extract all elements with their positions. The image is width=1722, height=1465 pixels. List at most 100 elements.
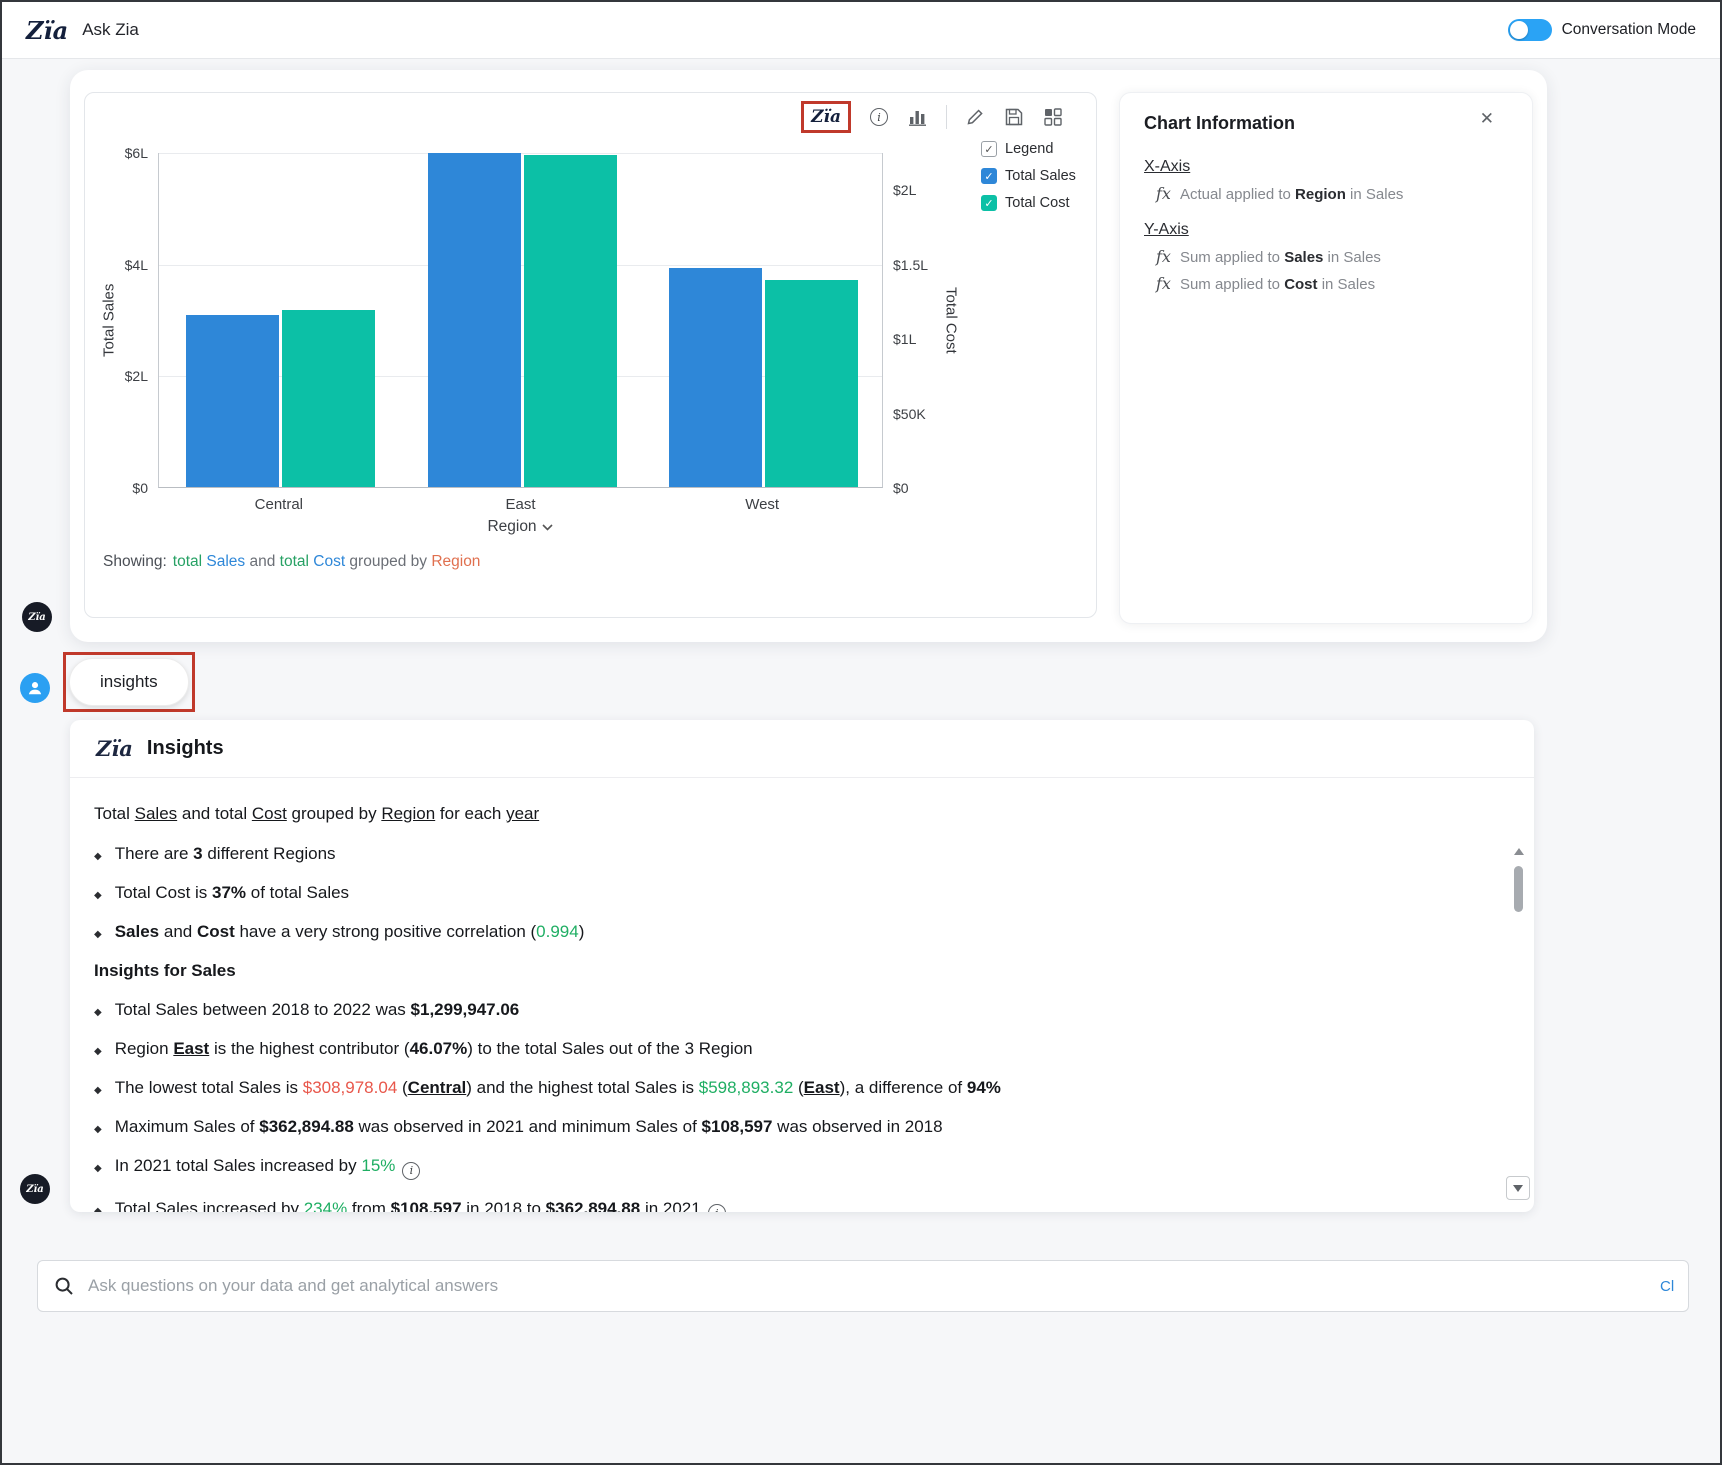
- app-title: Ask Zia: [82, 20, 139, 40]
- right-axis-title: Total Cost: [941, 153, 961, 488]
- bar-group: [428, 153, 617, 487]
- insight-text: Total Sales between 2018 to 2022 was $1,…: [115, 1000, 520, 1020]
- axis-function-row: fx Actual applied to Region in Sales: [1156, 184, 1508, 203]
- legend-checkbox-icon[interactable]: ✓: [981, 141, 997, 157]
- insight-text: Total Sales increased by 234% from $108,…: [115, 1199, 726, 1213]
- legend-item-label: Total Sales: [1005, 168, 1076, 184]
- person-icon: [26, 679, 44, 697]
- bar-total-sales-central[interactable]: [186, 315, 279, 488]
- insight-bullet: ◆ Total Cost is 37% of total Sales: [94, 883, 1474, 903]
- bullet-marker-icon: ◆: [94, 1085, 102, 1096]
- insight-bullet: ◆ Region East is the highest contributor …: [94, 1039, 1474, 1059]
- legend-item-total-cost[interactable]: ✓ Total Cost: [981, 195, 1076, 211]
- x-axis-heading[interactable]: X-Axis: [1144, 158, 1508, 176]
- user-message-bubble[interactable]: insights: [69, 658, 189, 706]
- legend-toggle[interactable]: ✓ Legend: [981, 141, 1076, 157]
- insights-title: Insights: [147, 737, 224, 760]
- legend: ✓ Legend ✓ Total Sales ✓ Total Cost: [981, 141, 1076, 222]
- legend-item-total-sales[interactable]: ✓ Total Sales: [981, 168, 1076, 184]
- insight-bullet: ◆Total Sales between 2018 to 2022 was $1…: [94, 1000, 1474, 1020]
- bullet-marker-icon: ◆: [94, 1124, 102, 1135]
- insight-text: Sales and Cost have a very strong positi…: [115, 922, 585, 942]
- scroll-down-icon: [1513, 1185, 1523, 1192]
- axis-function-row: fx Sum applied to Cost in Sales: [1156, 274, 1508, 293]
- axis-function-text: Sum applied to Sales in Sales: [1180, 249, 1381, 266]
- insight-bullet: ◆Total Sales increased by 234% from $108…: [94, 1199, 1474, 1213]
- info-icon[interactable]: i: [402, 1162, 420, 1180]
- axis-function-text: Sum applied to Cost in Sales: [1180, 276, 1375, 293]
- bullet-marker-icon: ◆: [94, 1046, 102, 1057]
- scrollbar[interactable]: [1510, 848, 1527, 1200]
- layout-icon[interactable]: [1042, 106, 1064, 128]
- insights-header: Zïa Insights: [70, 720, 1534, 778]
- showing-text: total Sales and total Cost grouped by Re…: [173, 553, 481, 570]
- x-axis-label: Region: [487, 518, 536, 535]
- info-icon[interactable]: i: [708, 1204, 726, 1212]
- scrollbar-thumb[interactable]: [1514, 866, 1523, 912]
- y-axis-heading[interactable]: Y-Axis: [1144, 221, 1508, 239]
- clear-link[interactable]: Cl: [1660, 1278, 1678, 1295]
- legend-label: Legend: [1005, 141, 1053, 157]
- scroll-down-button[interactable]: [1506, 1176, 1530, 1200]
- insights-body: Total Sales and total Cost grouped by Re…: [70, 778, 1534, 1212]
- scroll-up-icon[interactable]: [1514, 848, 1524, 855]
- insight-text: Total Cost is 37% of total Sales: [115, 883, 349, 903]
- series-checkbox-icon[interactable]: ✓: [981, 195, 997, 211]
- x-axis-dropdown[interactable]: Region: [460, 518, 580, 536]
- legend-item-label: Total Cost: [1005, 195, 1069, 211]
- chart-type-icon[interactable]: [907, 106, 929, 128]
- ask-question-bar: Cl: [37, 1260, 1689, 1312]
- bullet-marker-icon: ◆: [94, 890, 102, 901]
- insight-text: Region East is the highest contributor (…: [115, 1039, 753, 1059]
- save-icon[interactable]: [1003, 106, 1025, 128]
- close-icon[interactable]: ✕: [1480, 109, 1494, 129]
- insight-bullet: ◆ Sales and Cost have a very strong posit…: [94, 922, 1474, 942]
- insights-intro: Total Sales and total Cost grouped by Re…: [94, 804, 1474, 824]
- bar-total-cost-east[interactable]: [524, 155, 617, 487]
- axis-tick: $2L: [893, 181, 916, 199]
- bar-total-sales-east[interactable]: [428, 153, 521, 487]
- axis-tick: $1L: [893, 330, 916, 348]
- insight-text: There are 3 different Regions: [115, 844, 336, 864]
- question-input[interactable]: [88, 1276, 1646, 1296]
- chart-response-panel: Zïa i Total Sales Total Cost Region: [70, 70, 1547, 642]
- bar-total-sales-west[interactable]: [669, 268, 762, 487]
- x-axis-functions: fx Actual applied to Region in Sales: [1144, 184, 1508, 203]
- insights-sales-bullet-list: ◆ Total Sales between 2018 to 2022 was $1…: [94, 1000, 1474, 1212]
- bullet-marker-icon: ◆: [94, 929, 102, 940]
- chevron-down-icon: [542, 524, 553, 531]
- x-axis-category: East: [461, 496, 581, 513]
- series-checkbox-icon[interactable]: ✓: [981, 168, 997, 184]
- insights-card: Zïa Insights Total Sales and total Cost …: [70, 720, 1534, 1212]
- toggle-knob: [1510, 21, 1528, 39]
- highlight-box-zia: Zïa: [801, 101, 851, 133]
- bar-total-cost-central[interactable]: [282, 310, 375, 487]
- fx-icon: fx: [1156, 274, 1171, 293]
- zia-insights-icon[interactable]: Zïa: [811, 106, 841, 128]
- chart-information-icon[interactable]: i: [868, 106, 890, 128]
- showing-summary: Showing: total Sales and total Cost group…: [103, 553, 480, 571]
- x-axis-category: Central: [219, 496, 339, 513]
- user-avatar: [20, 673, 50, 703]
- showing-label: Showing:: [103, 553, 167, 570]
- insight-bullet: ◆ Maximum Sales of $362,894.88 was observ…: [94, 1117, 1474, 1137]
- axis-function-row: fx Sum applied to Sales in Sales: [1156, 247, 1508, 266]
- fx-icon: fx: [1156, 184, 1171, 203]
- insight-bullet: ◆ In 2021 total Sales increased by 15%i: [94, 1156, 1474, 1180]
- bar-total-cost-west[interactable]: [765, 280, 858, 487]
- conversation-mode-toggle[interactable]: [1508, 19, 1552, 41]
- insight-text: The lowest total Sales is $308,978.04 (C…: [115, 1078, 1001, 1098]
- axis-tick: $2L: [85, 367, 148, 385]
- app-header: Zïa Ask Zia Conversation Mode: [2, 2, 1720, 59]
- fx-icon: fx: [1156, 247, 1171, 266]
- chart-region: Total Sales Total Cost Region ✓ Legend ✓…: [85, 93, 1096, 617]
- insight-text: In 2021 total Sales increased by 15%i: [115, 1156, 421, 1180]
- chart-card: Zïa i Total Sales Total Cost Region: [84, 92, 1097, 618]
- zia-avatar: Zïa: [20, 1174, 50, 1204]
- axis-function-text: Actual applied to Region in Sales: [1180, 186, 1403, 203]
- edit-icon[interactable]: [964, 106, 986, 128]
- insight-text: Maximum Sales of $362,894.88 was observe…: [115, 1117, 943, 1137]
- axis-tick: $6L: [85, 144, 148, 162]
- plot-area: [158, 153, 883, 488]
- bullet-marker-icon: ◆: [94, 1163, 102, 1174]
